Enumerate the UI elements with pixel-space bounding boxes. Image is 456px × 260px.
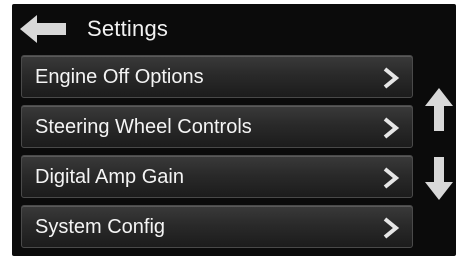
chevron-right-icon (381, 66, 401, 90)
back-button[interactable] (20, 14, 70, 44)
header-bar: Settings (12, 4, 456, 54)
page-title: Settings (87, 16, 169, 41)
menu-item-label: Digital Amp Gain (35, 166, 184, 188)
arrow-down-icon (424, 156, 454, 200)
menu-item-system-config[interactable]: System Config (21, 205, 413, 248)
scroll-down-button[interactable] (424, 156, 454, 200)
chevron-right-icon (381, 116, 401, 140)
menu-item-steering-wheel-controls[interactable]: Steering Wheel Controls (21, 105, 413, 148)
menu-item-engine-off-options[interactable]: Engine Off Options (21, 55, 413, 98)
scroll-up-button[interactable] (424, 88, 454, 132)
menu-item-label: System Config (35, 216, 166, 238)
menu-item-digital-amp-gain[interactable]: Digital Amp Gain (21, 155, 413, 198)
menu-item-label: Engine Off Options (35, 66, 204, 88)
chevron-right-icon (381, 216, 401, 240)
left-arrow-icon (20, 14, 70, 44)
menu-item-label: Steering Wheel Controls (35, 116, 252, 138)
arrow-up-icon (424, 88, 454, 132)
settings-screen: Settings Engine Off Options Steering Whe… (12, 4, 456, 256)
chevron-right-icon (381, 166, 401, 190)
